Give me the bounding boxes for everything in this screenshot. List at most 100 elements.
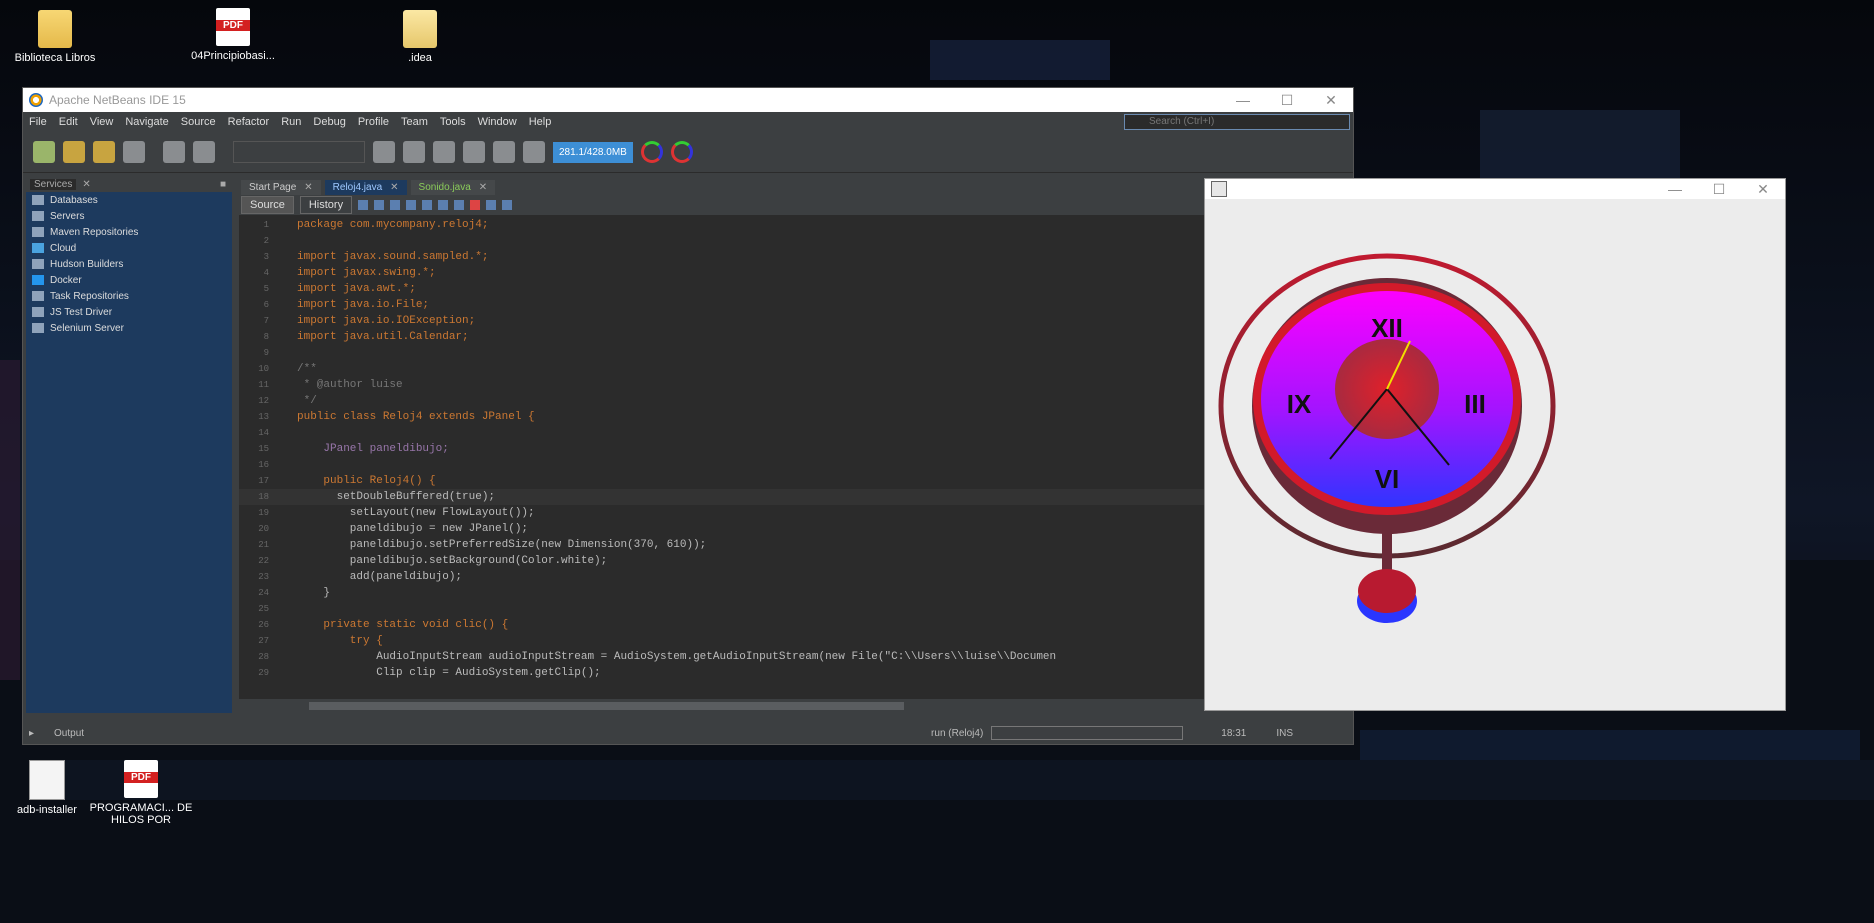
menu-profile[interactable]: Profile — [352, 116, 395, 128]
find-icon[interactable] — [390, 200, 401, 210]
minimize-button[interactable]: — — [1221, 92, 1265, 108]
run-progress-bar — [991, 726, 1184, 740]
clean-build-icon[interactable] — [433, 141, 455, 163]
code-line: import java.io.File; — [297, 299, 430, 311]
find-next-icon[interactable] — [422, 200, 433, 210]
docker-icon — [32, 275, 44, 285]
close-icon[interactable]: ✕ — [479, 182, 487, 193]
tab-sonido[interactable]: Sonido.java ✕ — [410, 180, 496, 195]
run-icon[interactable] — [463, 141, 485, 163]
close-icon[interactable]: ✕ — [390, 182, 398, 193]
output-tab[interactable]: Output — [54, 728, 84, 739]
line-number: 29 — [258, 668, 269, 678]
code-line: public Reloj4() { — [297, 475, 436, 487]
code-editor[interactable]: 1 package com.mycompany.reloj4; 2 3 import… — [239, 217, 1351, 699]
debug-icon[interactable] — [493, 141, 515, 163]
close-button[interactable]: ✕ — [1309, 92, 1353, 109]
close-button[interactable]: ✕ — [1741, 181, 1785, 198]
database-icon — [32, 195, 44, 205]
menu-refactor[interactable]: Refactor — [222, 116, 276, 128]
globe-icon[interactable] — [373, 141, 395, 163]
macro-record-icon[interactable] — [470, 200, 481, 210]
search-input[interactable]: Search (Ctrl+I) — [1124, 114, 1350, 130]
minimize-panel-icon[interactable]: ■ — [220, 179, 226, 190]
services-item-servers[interactable]: Servers — [26, 208, 232, 224]
desktop-icon-biblioteca[interactable]: Biblioteca Libros — [0, 10, 110, 64]
window-title: Apache NetBeans IDE 15 — [49, 93, 186, 107]
desktop-icon-programacion[interactable]: PDF PROGRAMACI... DE HILOS POR — [86, 760, 196, 826]
desktop-icon-pdf[interactable]: PDF 04Principiobasi... — [178, 8, 288, 62]
menu-window[interactable]: Window — [472, 116, 523, 128]
new-project-icon[interactable] — [63, 141, 85, 163]
services-item-jstest[interactable]: JS Test Driver — [26, 304, 232, 320]
find-previous-icon[interactable] — [406, 200, 417, 210]
menu-debug[interactable]: Debug — [307, 116, 351, 128]
horizontal-scrollbar[interactable] — [239, 699, 1351, 713]
maximize-button[interactable]: ☐ — [1265, 92, 1309, 109]
line-number: 19 — [258, 508, 269, 518]
menu-help[interactable]: Help — [523, 116, 558, 128]
comment-icon[interactable] — [486, 200, 497, 210]
code-line: package com.mycompany.reloj4; — [297, 219, 489, 231]
insert-mode: INS — [1276, 727, 1293, 739]
code-line: */ — [297, 395, 317, 407]
memory-indicator[interactable]: 281.1/428.0MB — [553, 141, 633, 163]
new-file-icon[interactable] — [33, 141, 55, 163]
services-item-docker[interactable]: Docker — [26, 272, 232, 288]
close-icon[interactable]: ✕ — [304, 182, 312, 193]
code-line: * @author luise — [297, 379, 403, 391]
uncomment-icon[interactable] — [502, 200, 513, 210]
tab-start-page[interactable]: Start Page ✕ — [241, 180, 321, 195]
code-line: setDoubleBuffered(true); — [297, 491, 496, 503]
title-bar[interactable]: Apache NetBeans IDE 15 — ☐ ✕ — [23, 88, 1353, 112]
tab-reloj4[interactable]: Reloj4.java ✕ — [324, 180, 407, 195]
gc-snapshot-icon[interactable] — [670, 141, 693, 163]
services-item-databases[interactable]: Databases — [26, 192, 232, 208]
gc-icon[interactable] — [640, 141, 663, 163]
menu-edit[interactable]: Edit — [53, 116, 84, 128]
history-button[interactable]: History — [299, 196, 353, 214]
bookmark-icon[interactable] — [454, 200, 465, 210]
toggle-highlight-icon[interactable] — [438, 200, 449, 210]
repository-icon — [32, 227, 44, 237]
menu-navigate[interactable]: Navigate — [119, 116, 174, 128]
netbeans-window[interactable]: Apache NetBeans IDE 15 — ☐ ✕ File Edit V… — [22, 87, 1354, 745]
line-number: 15 — [258, 444, 269, 454]
services-item-maven[interactable]: Maven Repositories — [26, 224, 232, 240]
numeral-xii: XII — [1371, 313, 1403, 343]
build-icon[interactable] — [403, 141, 425, 163]
notifications-icon[interactable]: ▸ — [29, 728, 34, 739]
menu-file[interactable]: File — [23, 116, 53, 128]
scrollbar-thumb[interactable] — [309, 702, 904, 710]
pdf-icon: PDF — [216, 8, 250, 46]
status-bar: ▸ Output run (Reloj4) 18:31 INS — [23, 722, 1353, 744]
configuration-select[interactable] — [233, 141, 365, 163]
undo-icon[interactable] — [163, 141, 185, 163]
java-icon — [1211, 181, 1227, 197]
line-number: 20 — [258, 524, 269, 534]
desktop-icon-idea[interactable]: .idea — [365, 10, 475, 64]
menu-view[interactable]: View — [84, 116, 120, 128]
menu-team[interactable]: Team — [395, 116, 434, 128]
redo-icon[interactable] — [193, 141, 215, 163]
clock-window[interactable]: — ☐ ✕ XII III VI IX — [1204, 178, 1786, 711]
maximize-button[interactable]: ☐ — [1697, 181, 1741, 198]
services-tab[interactable]: Services — [30, 179, 77, 190]
back-icon[interactable] — [358, 200, 369, 210]
menu-source[interactable]: Source — [175, 116, 222, 128]
line-number: 18 — [258, 492, 269, 502]
services-item-hudson[interactable]: Hudson Builders — [26, 256, 232, 272]
source-button[interactable]: Source — [241, 196, 294, 214]
forward-icon[interactable] — [374, 200, 385, 210]
services-item-tasks[interactable]: Task Repositories — [26, 288, 232, 304]
open-project-icon[interactable] — [93, 141, 115, 163]
profile-icon[interactable] — [523, 141, 545, 163]
menu-tools[interactable]: Tools — [434, 116, 472, 128]
menu-run[interactable]: Run — [275, 116, 307, 128]
services-item-cloud[interactable]: Cloud — [26, 240, 232, 256]
services-item-selenium[interactable]: Selenium Server — [26, 320, 232, 336]
close-project-icon[interactable] — [123, 141, 145, 163]
clock-title-bar[interactable]: — ☐ ✕ — [1205, 179, 1785, 199]
minimize-button[interactable]: — — [1653, 181, 1697, 197]
close-icon[interactable]: ✕ — [82, 179, 90, 190]
